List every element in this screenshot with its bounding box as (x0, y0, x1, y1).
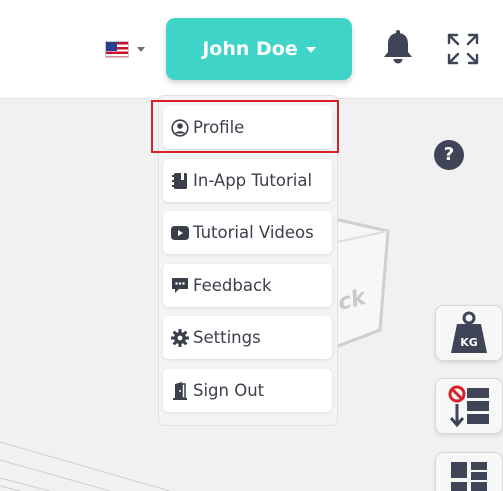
user-menu-button[interactable]: John Doe (166, 18, 352, 80)
user-circle-icon (171, 118, 189, 137)
language-selector[interactable] (105, 40, 145, 58)
caret-down-icon (305, 47, 316, 53)
user-name: John Doe (202, 38, 298, 60)
bell-icon[interactable] (381, 30, 415, 66)
menu-item-tutorial[interactable]: In-App Tutorial (163, 159, 332, 202)
stacking-button[interactable] (435, 378, 503, 434)
menu-item-label: In-App Tutorial (193, 171, 313, 190)
menu-item-settings[interactable]: Settings (163, 316, 332, 359)
menu-item-videos[interactable]: Tutorial Videos (163, 211, 332, 254)
menu-item-label: Tutorial Videos (193, 223, 314, 242)
youtube-icon (171, 224, 189, 242)
weight-button[interactable]: KG (435, 305, 503, 361)
comment-icon (171, 277, 189, 295)
door-icon (171, 381, 189, 400)
menu-item-profile[interactable]: Profile (163, 106, 332, 149)
us-flag-icon (105, 40, 129, 58)
fullscreen-icon[interactable] (447, 33, 479, 65)
gear-icon (171, 328, 189, 347)
help-icon[interactable]: ? (434, 140, 464, 170)
menu-item-feedback[interactable]: Feedback (163, 264, 332, 307)
chevron-down-icon (137, 46, 145, 52)
weight-kg-icon: KG (451, 311, 487, 353)
menu-item-label: Feedback (193, 276, 272, 295)
layout-button[interactable] (435, 452, 503, 491)
menu-item-label: Sign Out (193, 381, 265, 400)
menu-item-signout[interactable]: Sign Out (163, 369, 332, 412)
book-icon (171, 172, 189, 190)
top-bar: John Doe (0, 0, 503, 99)
svg-text:KG: KG (460, 336, 478, 349)
layout-grid-icon (451, 462, 487, 491)
menu-item-label: Settings (193, 328, 261, 347)
menu-item-label: Profile (193, 118, 245, 137)
no-stack-icon (448, 385, 489, 428)
